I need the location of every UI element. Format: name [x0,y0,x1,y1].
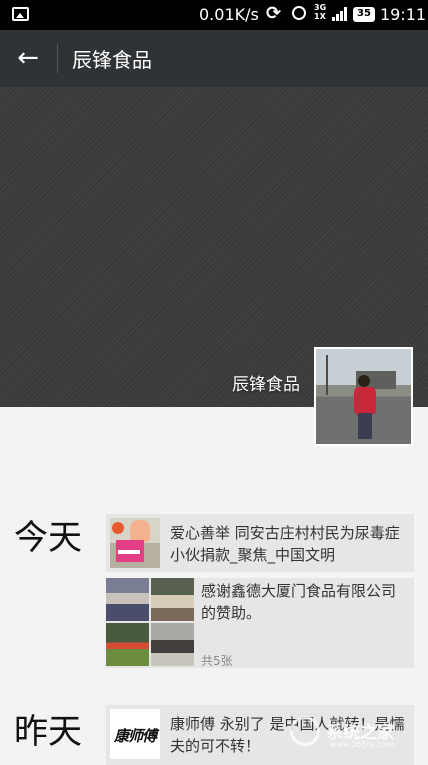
signal-icon [332,7,348,21]
app-bar: ← 辰锋食品 [0,30,428,87]
post-thumbnail: 康师傅 [110,709,160,759]
gallery-icon [12,7,29,21]
back-button[interactable]: ← [8,38,48,78]
clock: 19:11 [380,5,427,24]
photo-count: 共5张 [201,654,233,668]
status-bar: 0.01K/s ⟳ 3G 1X 35 19:11 [0,0,428,30]
battery-icon: 35 [353,7,375,22]
alarm-icon [292,6,306,20]
post-text: 感谢鑫德大厦门食品有限公司的赞助。 [201,582,397,622]
avatar-photo [316,349,411,444]
network-type-secondary: 1X [314,12,326,21]
watermark-url: www.365ta.com [330,740,395,749]
sync-icon: ⟳ [266,3,282,24]
post-photo [151,623,194,666]
watermark: 系统之家 www.365ta.com [290,712,420,756]
page-title: 辰锋食品 [72,48,152,72]
day-label-today: 今天 [14,518,82,558]
watermark-logo-icon [290,716,320,746]
network-type-primary: 3G [314,3,327,12]
post-thumbnail [110,518,160,568]
app-bar-divider [57,44,58,73]
arrow-left-icon: ← [17,43,39,73]
profile-name: 辰锋食品 [232,375,300,395]
avatar[interactable] [314,347,413,446]
day-label-yesterday: 昨天 [14,712,82,752]
network-type: 3G 1X [314,3,326,21]
post-photo [106,623,149,666]
network-speed: 0.01K/s [199,5,259,24]
feed-post[interactable]: 感谢鑫德大厦门食品有限公司的赞助。 共5张 [106,578,414,668]
post-photo [151,578,194,621]
post-text: 爱心善举 同安古庄村村民为尿毒症小伙捐款_聚焦_中国文明 [170,524,400,564]
post-photo [106,578,149,621]
feed-post[interactable]: 爱心善举 同安古庄村村民为尿毒症小伙捐款_聚焦_中国文明 [106,514,414,572]
brand-logo: 康师傅 [114,727,157,745]
